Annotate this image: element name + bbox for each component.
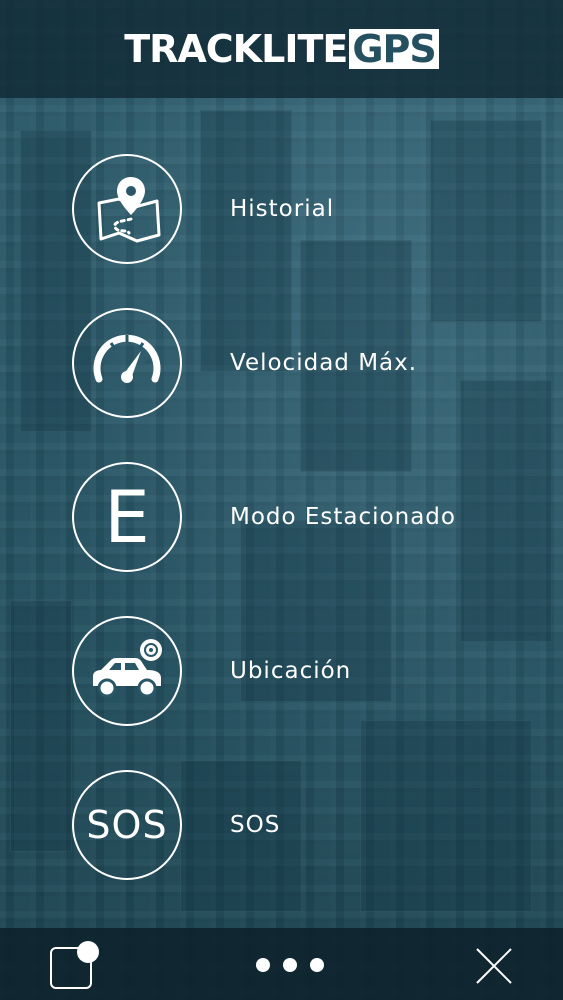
logo-suffix-text: GPS [349, 29, 439, 69]
more-dots-icon[interactable] [250, 950, 330, 980]
sos-icon: SOS [72, 770, 182, 880]
menu-label: Velocidad Máx. [230, 350, 418, 376]
menu-item-sos[interactable]: SOS SOS [72, 767, 532, 883]
menu-label: Modo Estacionado [230, 504, 456, 530]
letter-e-icon: E [72, 462, 182, 572]
icon-glyph: E [104, 475, 150, 559]
map-pin-route-icon [72, 154, 182, 264]
menu-item-velocidad-max[interactable]: Velocidad Máx. [72, 305, 532, 421]
close-icon[interactable] [472, 944, 516, 988]
menu-item-historial[interactable]: Historial [72, 151, 532, 267]
menu-item-modo-estacionado[interactable]: E Modo Estacionado [72, 459, 532, 575]
bottom-toolbar [0, 928, 563, 1000]
menu-label: SOS [230, 812, 281, 838]
logo-main-text: TRACKLITE [124, 27, 348, 71]
menu-item-ubicacion[interactable]: Ubicación [72, 613, 532, 729]
menu-label: Historial [230, 196, 335, 222]
icon-glyph: SOS [86, 803, 168, 847]
app-switch-icon[interactable] [46, 936, 102, 994]
menu-label: Ubicación [230, 658, 352, 684]
app-header: TRACKLITE GPS [0, 0, 563, 98]
speedometer-icon [72, 308, 182, 418]
building-shape [10, 600, 72, 852]
app-logo: TRACKLITE GPS [124, 27, 439, 71]
car-location-icon [72, 616, 182, 726]
app-screen: TRACKLITE GPS Historial Velocidad Máx. E… [0, 0, 563, 1000]
